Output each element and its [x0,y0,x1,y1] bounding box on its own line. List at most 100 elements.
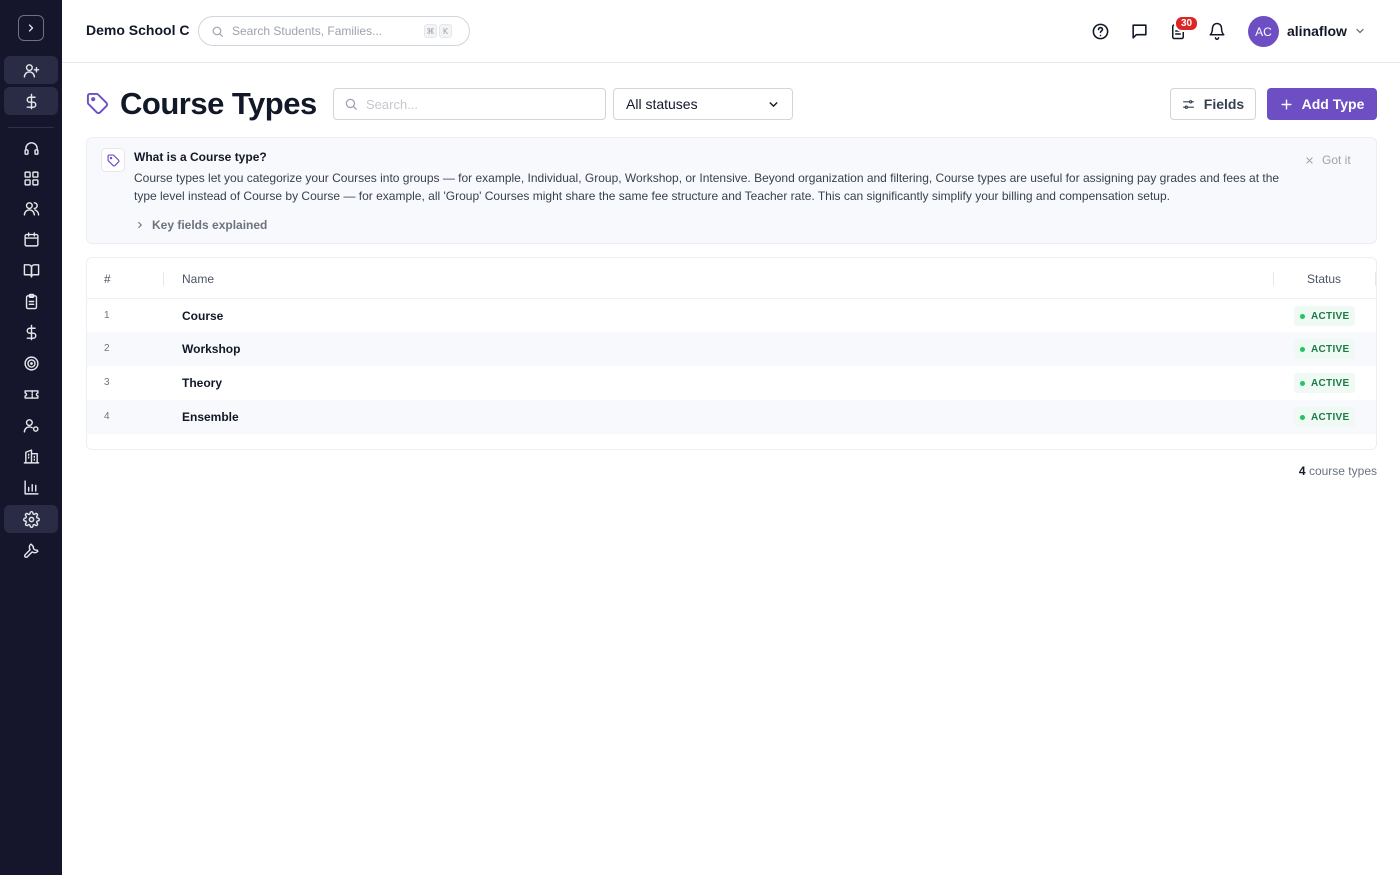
notifications-button[interactable] [1207,21,1227,41]
sidebar-item-settings[interactable] [4,505,58,533]
fields-button[interactable]: Fields [1170,88,1256,120]
course-type-name[interactable]: Workshop [182,342,240,356]
school-name[interactable]: Demo School C [86,22,189,38]
sidebar-item-calendar[interactable] [4,225,58,253]
sidebar-item-billing[interactable] [4,318,58,346]
course-type-name[interactable]: Theory [182,376,222,390]
user-cog-icon [23,418,39,433]
sliders-icon [1182,99,1194,109]
help-button[interactable] [1090,21,1110,41]
info-description: Course types let you categorize your Cou… [134,171,1280,203]
status-dot [1300,414,1305,420]
sidebar-item-goals[interactable] [4,349,58,377]
close-icon [1306,156,1313,164]
user-plus-icon [23,63,39,78]
page-title: Course Types [120,86,317,121]
dollar-icon [26,324,36,340]
sidebar-item-attendance[interactable] [4,287,58,315]
column-divider[interactable] [163,272,164,286]
status-dot [1300,380,1305,386]
sidebar-expand-button[interactable] [18,15,44,41]
calendar-icon [23,231,39,247]
column-divider[interactable] [1273,272,1274,286]
plus-icon [1281,98,1292,110]
info-tag-icon-box [101,148,125,172]
add-type-button-label: Add Type [1301,96,1365,112]
course-type-search[interactable] [333,88,606,120]
column-header-number[interactable]: # [104,272,111,286]
tag-icon [106,153,120,167]
status-filter-select[interactable]: All statuses [613,88,793,120]
global-search[interactable]: ⌘ K [198,16,470,46]
add-type-button[interactable]: Add Type [1267,88,1377,120]
dollar-icon [26,93,36,109]
sidebar-item-dashboard[interactable] [4,164,58,192]
sidebar-item-tools[interactable] [4,536,58,564]
search-icon [345,98,357,110]
target-icon [23,355,39,371]
bar-chart-icon [23,479,39,495]
column-divider[interactable] [1375,272,1376,286]
row-number: 1 [104,310,110,321]
gear-icon [22,510,40,528]
topbar: Demo School C ⌘ K 30 AC alinaflow [62,0,1400,63]
sidebar-item-payments[interactable] [4,87,58,115]
fields-button-label: Fields [1203,96,1245,112]
status-dot [1300,346,1305,352]
sidebar-item-courses[interactable] [4,256,58,284]
course-type-name[interactable]: Ensemble [182,410,239,424]
status-badge: ACTIVE [1294,339,1356,359]
sidebar-item-people[interactable] [4,194,58,222]
sidebar-item-support[interactable] [4,134,58,162]
users-icon [23,201,39,216]
chevron-down-icon [769,101,778,107]
sidebar-item-reports[interactable] [4,473,58,501]
status-badge: ACTIVE [1294,306,1356,326]
help-circle-icon [1092,23,1108,39]
table-row[interactable]: 1 Course ACTIVE [87,298,1376,332]
status-badge-label: ACTIVE [1311,377,1350,389]
chevron-right-icon [28,24,34,32]
course-type-count-label: course types [1308,464,1377,478]
table-row[interactable]: 4 Ensemble ACTIVE [87,400,1376,434]
sidebar [0,0,62,875]
messages-button[interactable] [1129,21,1149,41]
sidebar-item-locations[interactable] [4,442,58,470]
dismiss-info-label: Got it [1322,153,1351,167]
notification-badge: 30 [1174,15,1200,32]
tag-icon [86,92,109,115]
sidebar-item-tickets[interactable] [4,380,58,408]
row-number: 4 [104,411,110,422]
chevron-down-icon[interactable] [1354,25,1366,37]
user-avatar[interactable]: AC [1248,16,1279,47]
message-square-icon [1131,23,1147,39]
table-row[interactable]: 3 Theory ACTIVE [87,366,1376,400]
sidebar-item-add-user[interactable] [4,56,58,84]
book-open-icon [23,263,39,278]
status-dot [1300,313,1305,319]
table-row[interactable]: 2 Workshop ACTIVE [87,332,1376,366]
dismiss-info-button[interactable]: Got it [1305,153,1351,167]
course-type-info-panel: What is a Course type? Course types let … [86,137,1377,244]
row-number: 3 [104,377,110,388]
status-badge-label: ACTIVE [1311,411,1350,423]
key-fields-toggle[interactable]: Key fields explained [135,218,267,232]
building-icon [23,448,39,464]
status-badge: ACTIVE [1294,407,1356,427]
course-type-name[interactable]: Course [182,309,223,323]
status-filter-value: All statuses [626,96,698,112]
column-header-status[interactable]: Status [1307,272,1341,286]
headset-icon [23,141,39,155]
key-fields-label: Key fields explained [152,218,268,232]
global-search-input[interactable] [232,24,422,38]
user-name[interactable]: alinaflow [1287,23,1347,39]
column-header-name[interactable]: Name [182,272,214,286]
clipboard-icon [25,293,37,309]
sidebar-item-user-settings[interactable] [4,411,58,439]
ticket-icon [23,389,39,399]
course-type-count-number: 4 [1298,464,1306,478]
course-type-search-input[interactable] [366,96,596,112]
shortcut-key-k: K [439,24,452,38]
status-badge-label: ACTIVE [1311,310,1350,322]
status-badge-label: ACTIVE [1311,343,1350,355]
